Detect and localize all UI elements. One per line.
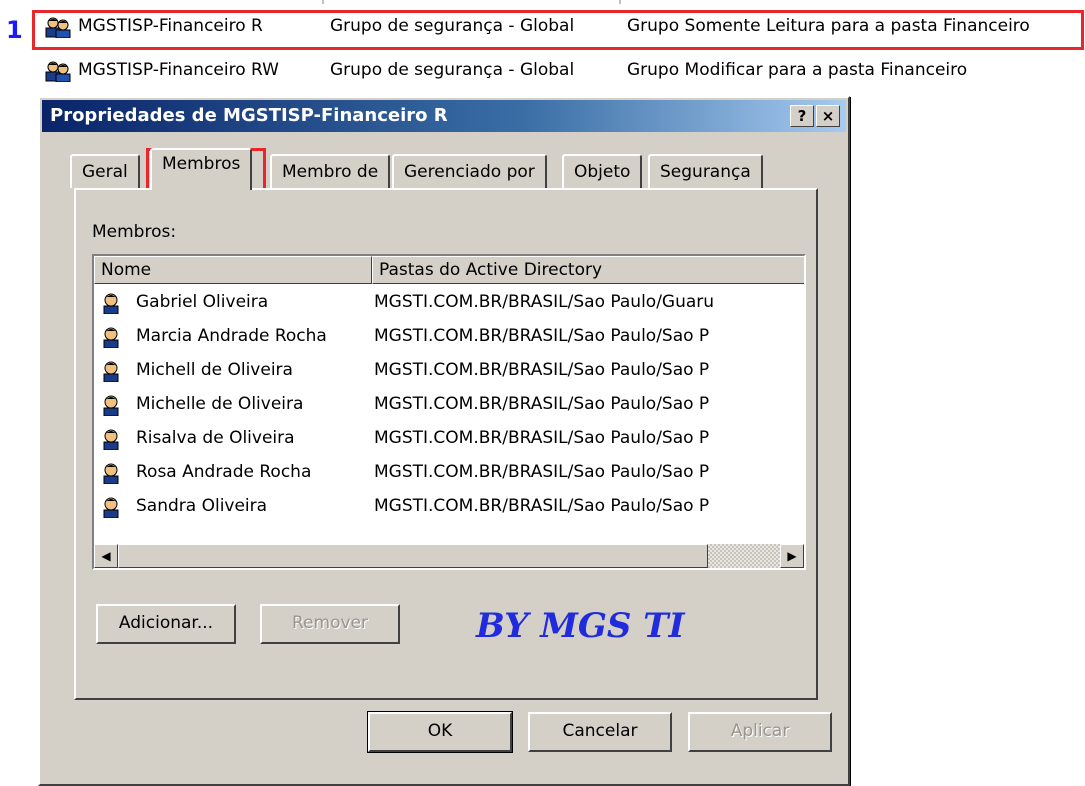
- member-name: Gabriel Oliveira: [136, 292, 269, 312]
- cancel-button[interactable]: Cancelar: [528, 712, 672, 752]
- member-path: MGSTI.COM.BR/BRASIL/Sao Paulo/Sao P: [374, 462, 710, 482]
- member-name: Rosa Andrade Rocha: [136, 462, 312, 482]
- user-icon: [103, 293, 119, 314]
- column-divider: [619, 0, 621, 4]
- group-icon: [45, 61, 71, 82]
- member-path: MGSTI.COM.BR/BRASIL/Sao Paulo/Guaru: [374, 292, 715, 312]
- apply-button[interactable]: Aplicar: [688, 712, 832, 752]
- member-path: MGSTI.COM.BR/BRASIL/Sao Paulo/Sao P: [374, 360, 710, 380]
- tab-panel-membros: Membros: Nome Pastas do Active Directory…: [74, 188, 818, 700]
- ok-button[interactable]: OK: [367, 711, 513, 753]
- list-header: Nome Pastas do Active Directory: [94, 256, 804, 284]
- dialog-title: Propriedades de MGSTISP-Financeiro R: [50, 105, 448, 126]
- properties-dialog: Propriedades de MGSTISP-Financeiro R ? ×…: [38, 96, 850, 786]
- tab-objeto[interactable]: Objeto: [562, 154, 643, 188]
- tab-membro-de[interactable]: Membro de: [270, 154, 391, 188]
- table-row[interactable]: Marcia Andrade Rocha MGSTI.COM.BR/BRASIL…: [94, 320, 804, 354]
- scroll-left-button[interactable]: ◀: [94, 544, 118, 568]
- annotation-box-1: [32, 10, 1084, 50]
- user-icon: [103, 327, 119, 348]
- tab-seguranca[interactable]: Segurança: [648, 154, 763, 188]
- close-button[interactable]: ×: [816, 105, 840, 127]
- table-row[interactable]: Sandra Oliveira MGSTI.COM.BR/BRASIL/Sao …: [94, 490, 804, 524]
- group-name: MGSTISP-Financeiro RW: [78, 60, 279, 80]
- tab-membros[interactable]: Membros: [150, 148, 253, 190]
- member-path: MGSTI.COM.BR/BRASIL/Sao Paulo/Sao P: [374, 326, 710, 346]
- add-button[interactable]: Adicionar...: [96, 604, 236, 644]
- member-path: MGSTI.COM.BR/BRASIL/Sao Paulo/Sao P: [374, 496, 710, 516]
- table-row[interactable]: Rosa Andrade Rocha MGSTI.COM.BR/BRASIL/S…: [94, 456, 804, 490]
- watermark-text: BY MGS TI: [476, 606, 685, 646]
- column-header-pastas[interactable]: Pastas do Active Directory: [372, 256, 804, 284]
- user-icon: [103, 361, 119, 382]
- user-icon: [103, 463, 119, 484]
- member-path: MGSTI.COM.BR/BRASIL/Sao Paulo/Sao P: [374, 394, 710, 414]
- member-path: MGSTI.COM.BR/BRASIL/Sao Paulo/Sao P: [374, 428, 710, 448]
- scrollbar-thumb[interactable]: [118, 544, 708, 568]
- title-bar[interactable]: Propriedades de MGSTISP-Financeiro R ? ×: [42, 100, 846, 132]
- group-description: Grupo Modificar para a pasta Financeiro: [627, 60, 968, 80]
- annotation-number-1: 1: [6, 16, 23, 44]
- column-divider: [322, 0, 324, 4]
- table-row[interactable]: Michelle de Oliveira MGSTI.COM.BR/BRASIL…: [94, 388, 804, 422]
- member-name: Risalva de Oliveira: [136, 428, 295, 448]
- column-header-nome[interactable]: Nome: [94, 256, 372, 284]
- member-name: Michelle de Oliveira: [136, 394, 304, 414]
- remove-button[interactable]: Remover: [260, 604, 400, 644]
- user-icon: [103, 395, 119, 416]
- tab-geral[interactable]: Geral: [70, 154, 140, 188]
- scrollbar-track[interactable]: [708, 544, 780, 568]
- members-list[interactable]: Nome Pastas do Active Directory Gabriel …: [92, 254, 806, 570]
- user-icon: [103, 497, 119, 518]
- member-name: Marcia Andrade Rocha: [136, 326, 327, 346]
- table-row[interactable]: Risalva de Oliveira MGSTI.COM.BR/BRASIL/…: [94, 422, 804, 456]
- horizontal-scrollbar[interactable]: ◀ ▶: [94, 544, 804, 568]
- members-label: Membros:: [92, 222, 177, 242]
- table-row[interactable]: Gabriel Oliveira MGSTI.COM.BR/BRASIL/Sao…: [94, 286, 804, 320]
- member-name: Michell de Oliveira: [136, 360, 293, 380]
- scroll-right-button[interactable]: ▶: [780, 544, 804, 568]
- tab-gerenciado-por[interactable]: Gerenciado por: [392, 154, 547, 188]
- table-row[interactable]: Michell de Oliveira MGSTI.COM.BR/BRASIL/…: [94, 354, 804, 388]
- help-button[interactable]: ?: [790, 105, 814, 127]
- member-name: Sandra Oliveira: [136, 496, 268, 516]
- group-type: Grupo de segurança - Global: [330, 60, 575, 80]
- user-icon: [103, 429, 119, 450]
